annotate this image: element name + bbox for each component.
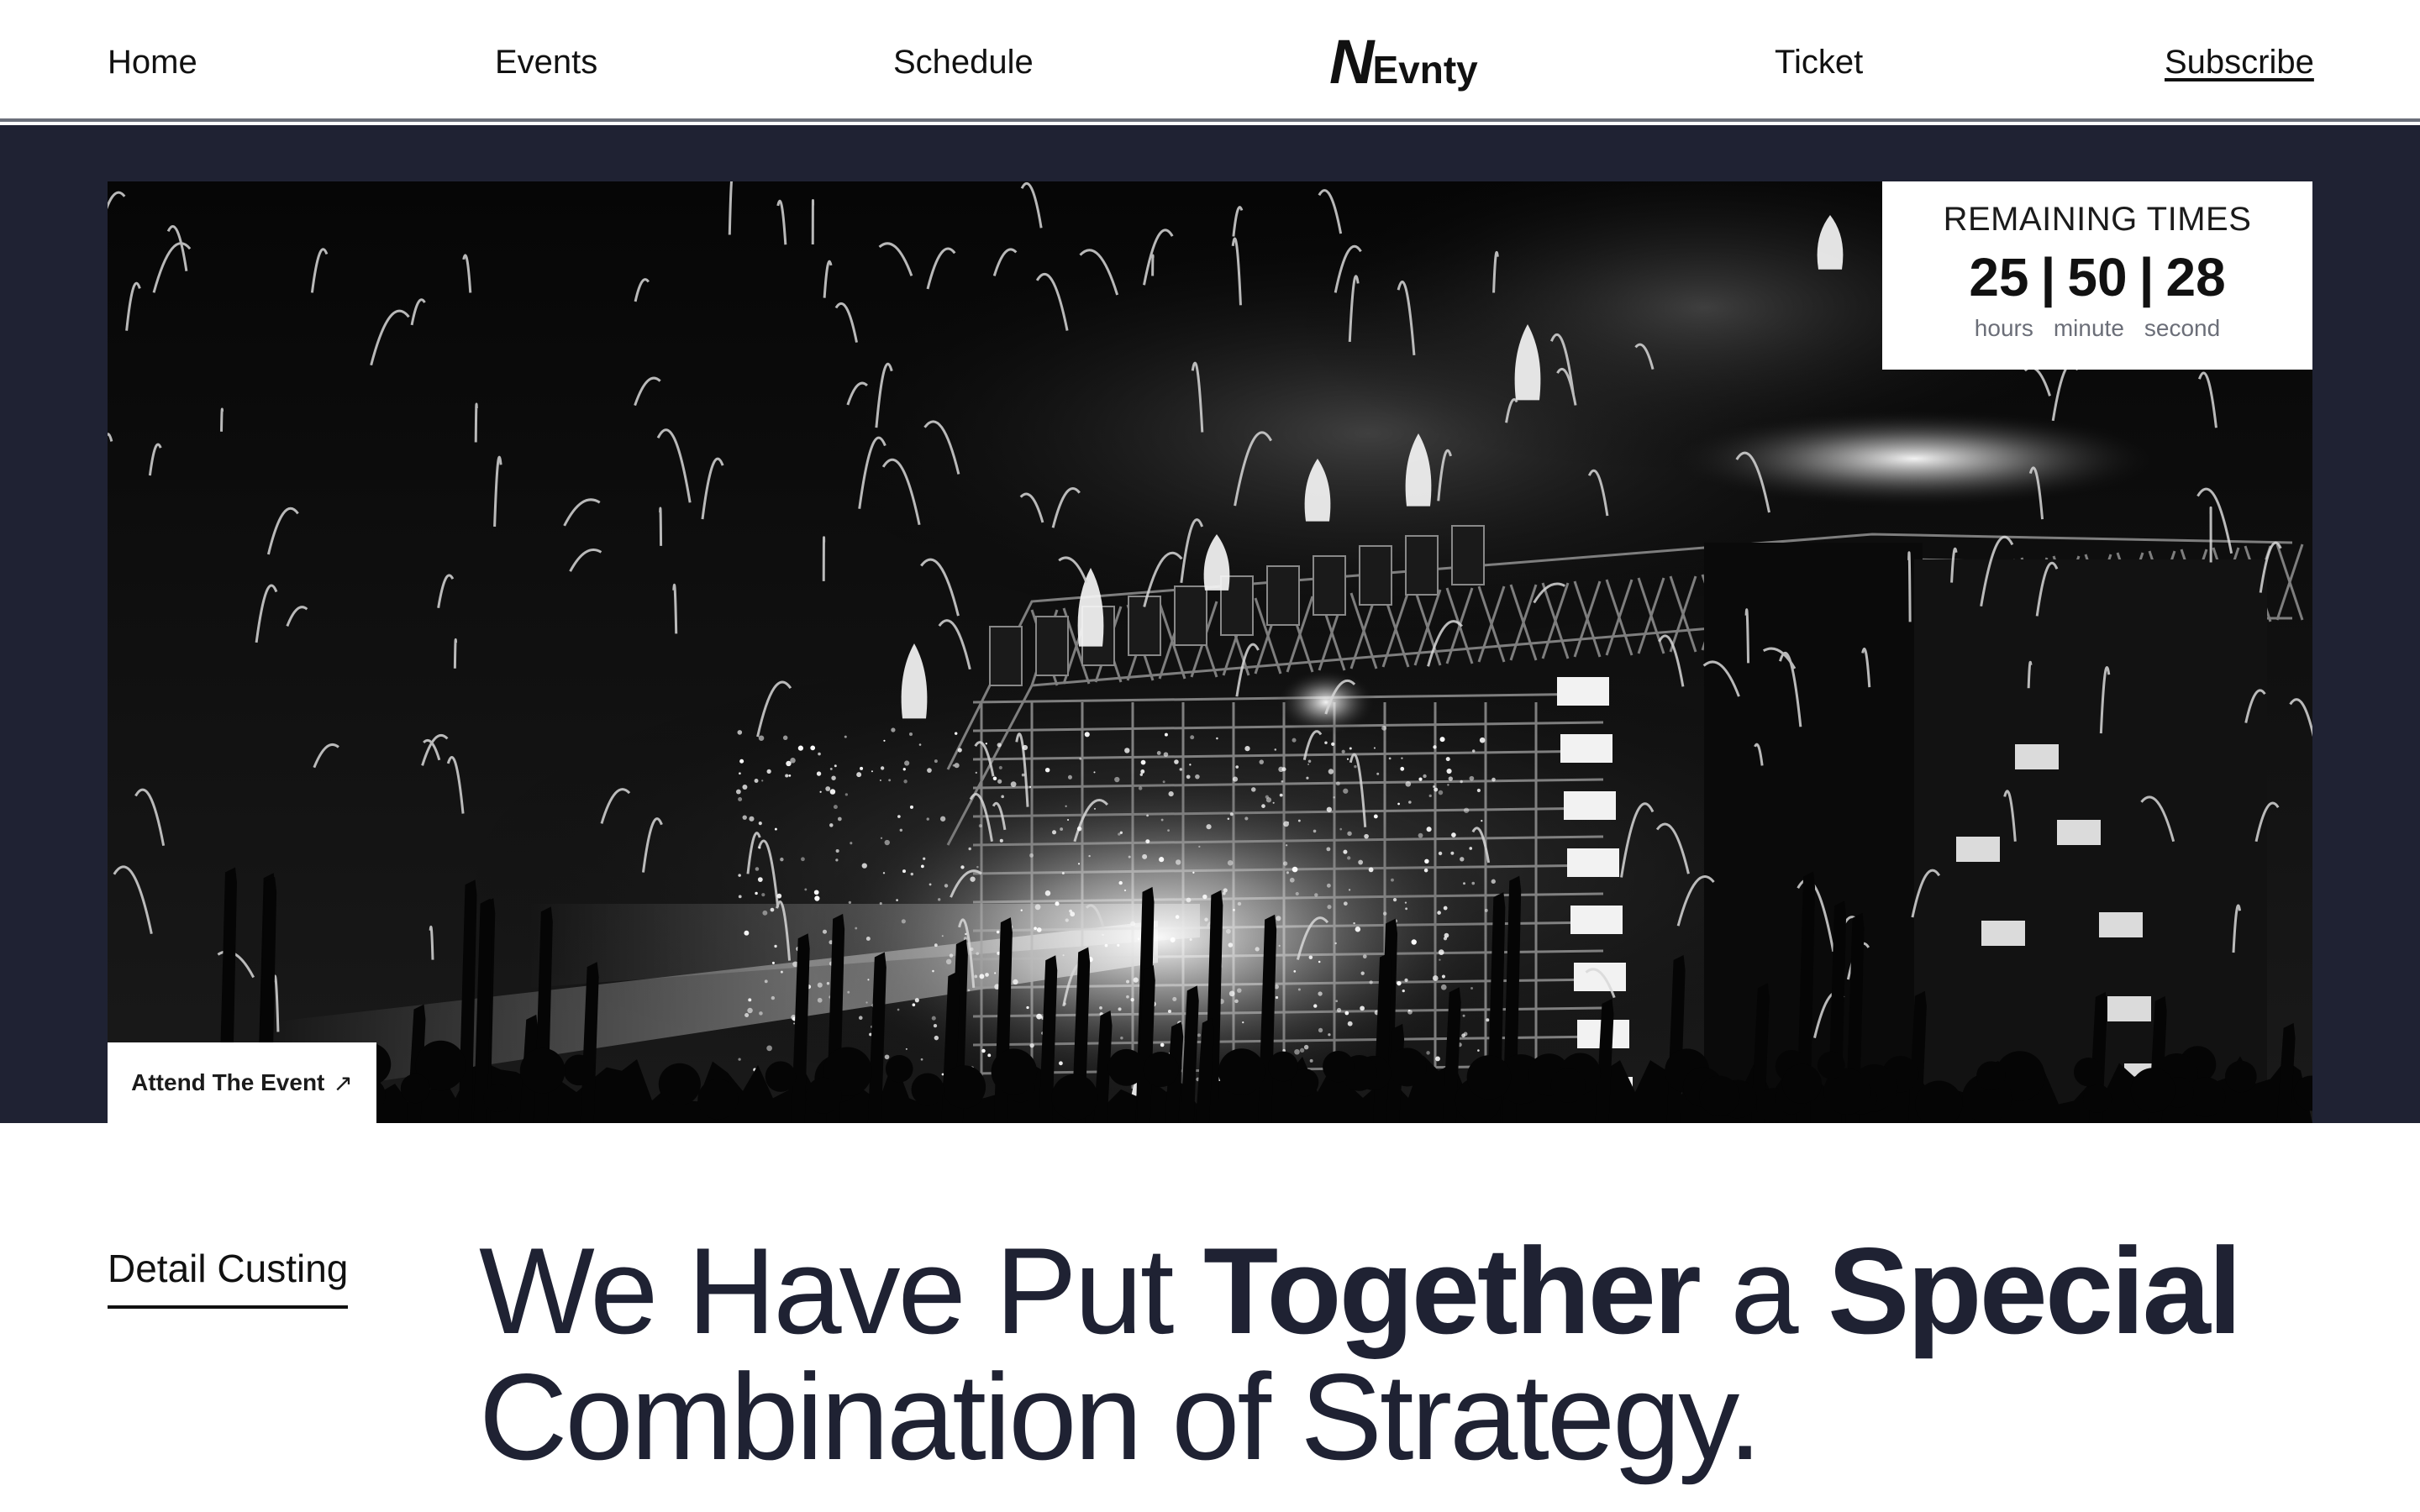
top-nav: Home Events Schedule N Evnty Ticket Subs… — [0, 0, 2420, 122]
nav-home-link[interactable]: Home — [108, 40, 197, 84]
seconds-label: second — [2144, 315, 2221, 341]
nav-subscribe-link[interactable]: Subscribe — [2165, 40, 2314, 84]
headline-text: We Have Put — [479, 1222, 1204, 1359]
main-headline: We Have Put Together a Special Combinati… — [479, 1228, 2378, 1480]
headline-emphasis: Together — [1203, 1222, 1702, 1359]
countdown-minutes: 50 — [2067, 247, 2128, 307]
countdown-separator: | — [2139, 247, 2154, 307]
countdown-hours: 25 — [1969, 247, 2029, 307]
attend-event-label: Attend The Event — [131, 1069, 325, 1095]
nav-schedule-link[interactable]: Schedule — [893, 40, 1034, 84]
logo-initial: N — [1329, 27, 1374, 97]
countdown-title: REMAINING TIMES — [1943, 201, 2252, 238]
logo-text: Evnty — [1372, 48, 1478, 92]
headline-text: Combination of Strategy. — [479, 1348, 1762, 1485]
countdown-seconds: 28 — [2165, 247, 2226, 307]
nav-ticket-link[interactable]: Ticket — [1775, 40, 1863, 84]
arrow-up-right-icon: ↗ — [333, 1069, 353, 1096]
headline-emphasis: Special — [1828, 1222, 2242, 1359]
minutes-label: minute — [2053, 315, 2124, 341]
hours-label: hours — [1974, 315, 2033, 341]
brand-logo[interactable]: N Evnty — [1329, 29, 1478, 96]
countdown-timer: REMAINING TIMES 25 | 50 | 28 hours minut… — [1882, 181, 2312, 370]
attend-event-button[interactable]: Attend The Event ↗ — [108, 1042, 376, 1123]
countdown-separator: | — [2040, 247, 2056, 307]
countdown-values: 25 | 50 | 28 — [1882, 247, 2312, 307]
section-label: Detail Custing — [108, 1245, 349, 1309]
countdown-labels: hours minute second — [1882, 314, 2312, 343]
nav-events-link[interactable]: Events — [495, 40, 597, 84]
headline-text: a — [1698, 1222, 1828, 1359]
